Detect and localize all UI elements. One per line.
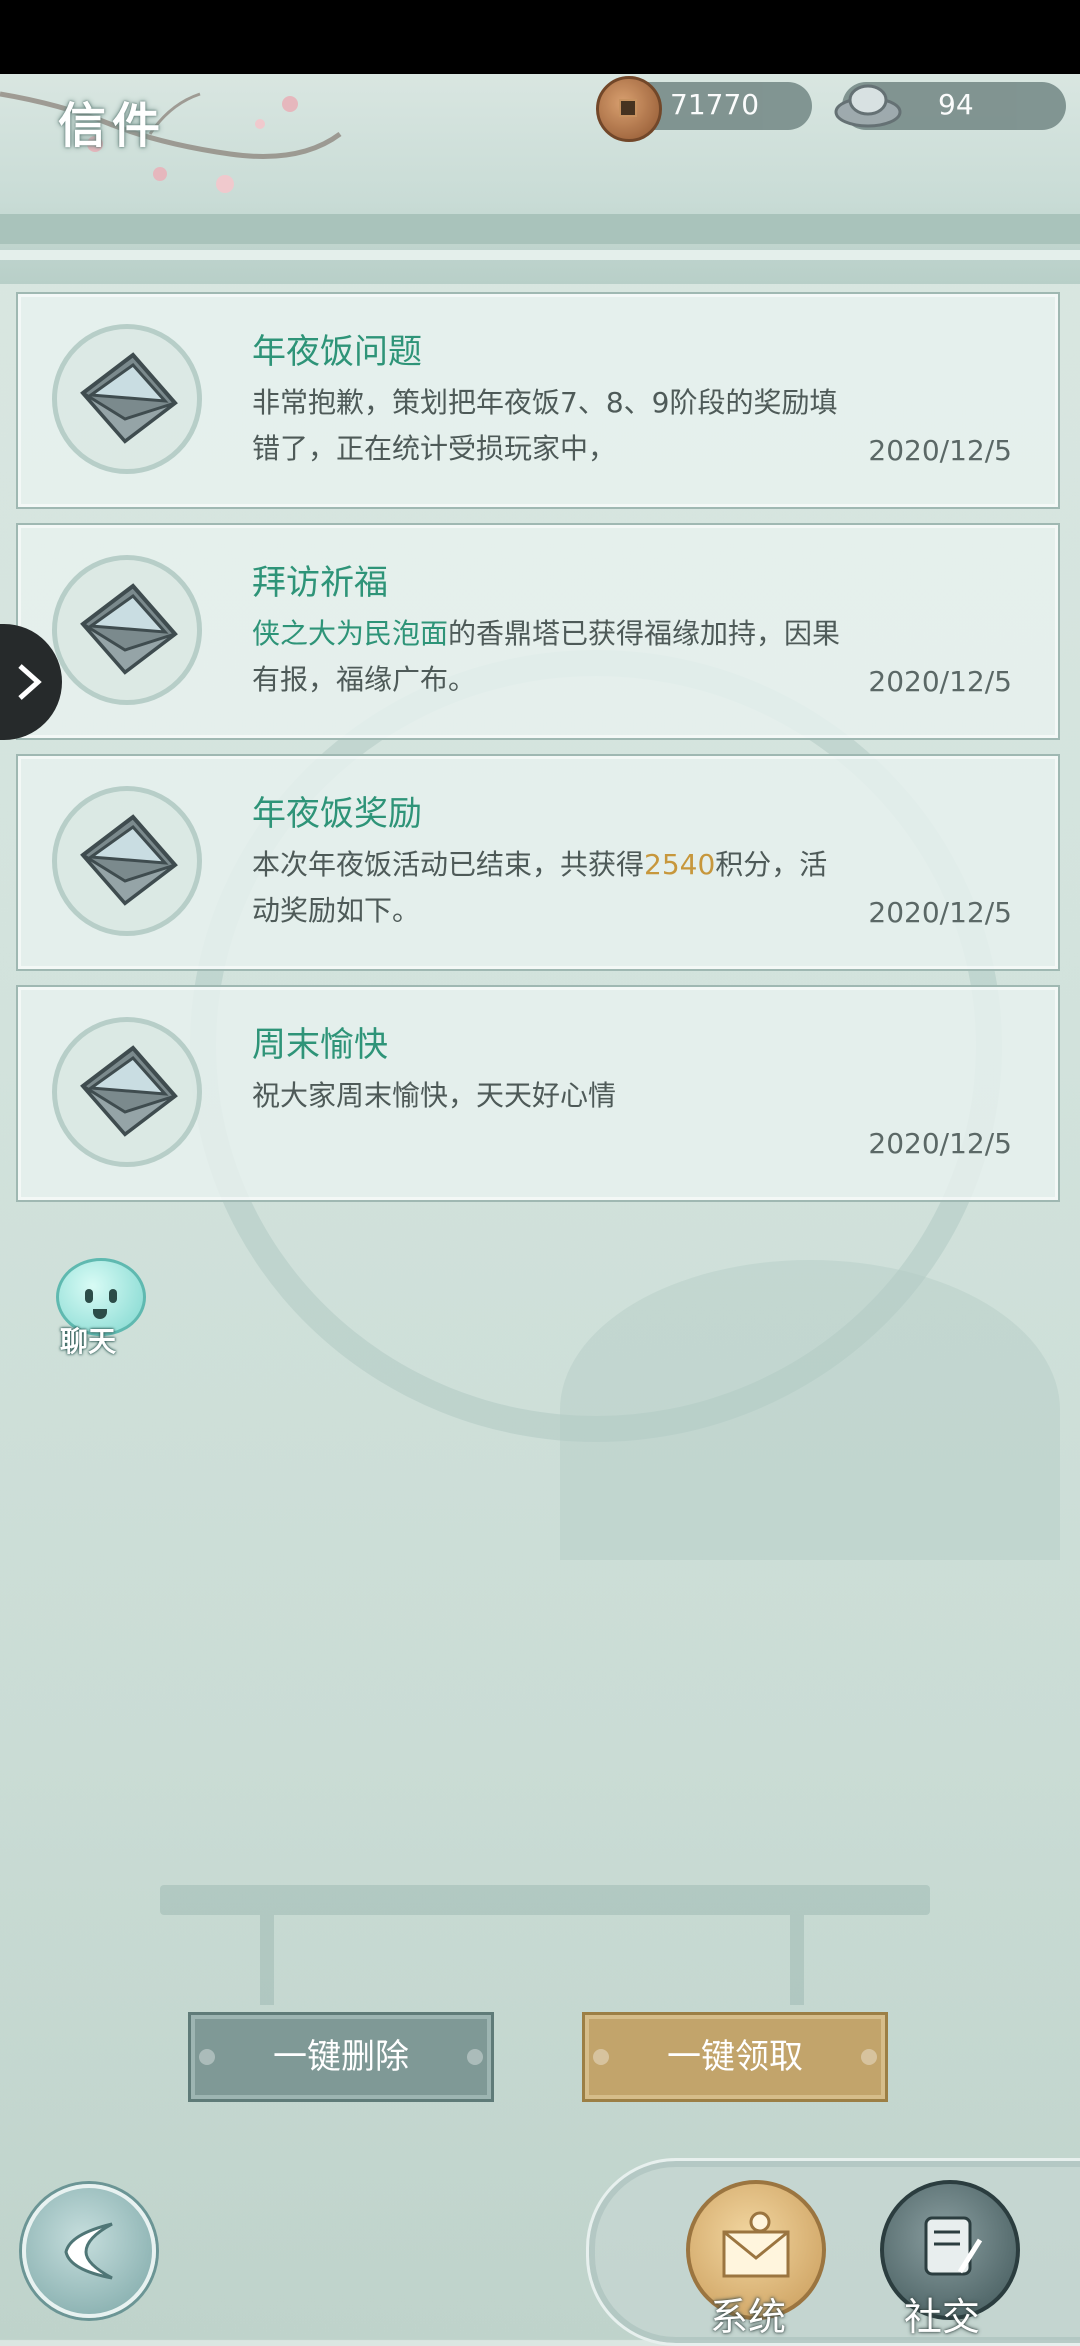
mail-body: 祝大家周末愉快，天天好心情 [252, 1073, 842, 1119]
background-hill [560, 1260, 1060, 1560]
mail-title: 年夜饭奖励 [252, 794, 422, 834]
button-ornament [467, 2049, 483, 2065]
claim-all-label: 一键领取 [667, 2037, 803, 2077]
plum-branch-decoration [0, 91, 342, 193]
mail-title: 拜访祈福 [252, 563, 388, 603]
copper-coin-value: 71770 [670, 88, 760, 121]
background-table-leg [790, 1915, 804, 2005]
mail-item[interactable]: 年夜饭问题 非常抱歉，策划把年夜饭7、8、9阶段的奖励填错了，正在统计受损玩家中… [16, 292, 1060, 509]
button-ornament [593, 2049, 609, 2065]
mail-body: 非常抱歉，策划把年夜饭7、8、9阶段的奖励填错了，正在统计受损玩家中， [252, 380, 842, 472]
social-scroll-icon [924, 2216, 983, 2276]
chat-face-mouth [93, 1309, 107, 1319]
envelope-icon [80, 814, 178, 906]
mail-body: 侠之大为民泡面的香鼎塔已获得福缘加持，因果有报，福缘广布。 [252, 611, 842, 703]
copper-coin-icon [596, 76, 662, 142]
envelope-icon [80, 352, 178, 444]
mail-item[interactable]: 周末愉快 祝大家周末愉快，天天好心情 2020/12/5 [16, 985, 1060, 1202]
page-title: 信件 [58, 98, 167, 154]
button-ornament [199, 2049, 215, 2065]
claim-all-button[interactable]: 一键领取 [582, 2012, 888, 2102]
delete-all-label: 一键删除 [273, 2037, 409, 2077]
chat-face-eye [85, 1289, 93, 1303]
header-band-light [0, 250, 1080, 260]
mail-title: 周末愉快 [252, 1025, 388, 1065]
mail-date: 2020/12/5 [868, 1127, 1012, 1160]
mail-icon-ring [52, 324, 202, 474]
silver-ingot-icon [834, 84, 902, 128]
button-ornament [861, 2049, 877, 2065]
header-band [0, 214, 1080, 244]
mail-body-text: 本次年夜饭活动已结束，共获得 [252, 848, 645, 881]
delete-all-button[interactable]: 一键删除 [188, 2012, 494, 2102]
system-envelope-icon [722, 2211, 790, 2278]
chat-label: 聊天 [60, 1325, 117, 1358]
social-tab-label: 社交 [904, 2295, 981, 2339]
envelope-icon [80, 1045, 178, 1137]
status-bar [0, 0, 1080, 74]
score-highlight: 2540 [644, 848, 716, 881]
mail-item[interactable]: 年夜饭奖励 本次年夜饭活动已结束，共获得2540积分，活动奖励如下。 2020/… [16, 754, 1060, 971]
envelope-icon [80, 583, 178, 675]
player-name-highlight: 侠之大为民泡面 [252, 617, 449, 650]
background-table [160, 1885, 930, 2005]
chevron-right-icon [18, 664, 42, 700]
mail-date: 2020/12/5 [868, 434, 1012, 467]
system-tab-label: 系统 [710, 2295, 787, 2339]
mail-icon-ring [52, 555, 202, 705]
mail-date: 2020/12/5 [868, 665, 1012, 698]
mail-list: 年夜饭问题 非常抱歉，策划把年夜饭7、8、9阶段的奖励填错了，正在统计受损玩家中… [16, 292, 1060, 1216]
mail-icon-ring [52, 1017, 202, 1167]
mail-body-text: 祝大家周末愉快，天天好心情 [252, 1079, 617, 1112]
mail-date: 2020/12/5 [868, 896, 1012, 929]
copper-coin-counter: 71770 [596, 76, 812, 142]
back-arrow-icon [64, 2222, 113, 2280]
back-button[interactable] [22, 2184, 156, 2318]
mail-title: 年夜饭问题 [252, 332, 422, 372]
mail-body: 本次年夜饭活动已结束，共获得2540积分，活动奖励如下。 [252, 842, 842, 934]
background-table-leg [260, 1915, 274, 2005]
mail-item[interactable]: 拜访祈福 侠之大为民泡面的香鼎塔已获得福缘加持，因果有报，福缘广布。 2020/… [16, 523, 1060, 740]
silver-ingot-value: 94 [938, 88, 974, 121]
mail-icon-ring [52, 786, 202, 936]
mail-body-text: 非常抱歉，策划把年夜饭7、8、9阶段的奖励填错了，正在统计受损玩家中， [252, 386, 838, 465]
chat-button[interactable]: 聊天 [38, 1258, 150, 1358]
chat-face-eye [109, 1289, 117, 1303]
silver-ingot-counter: 94 [834, 82, 1066, 130]
